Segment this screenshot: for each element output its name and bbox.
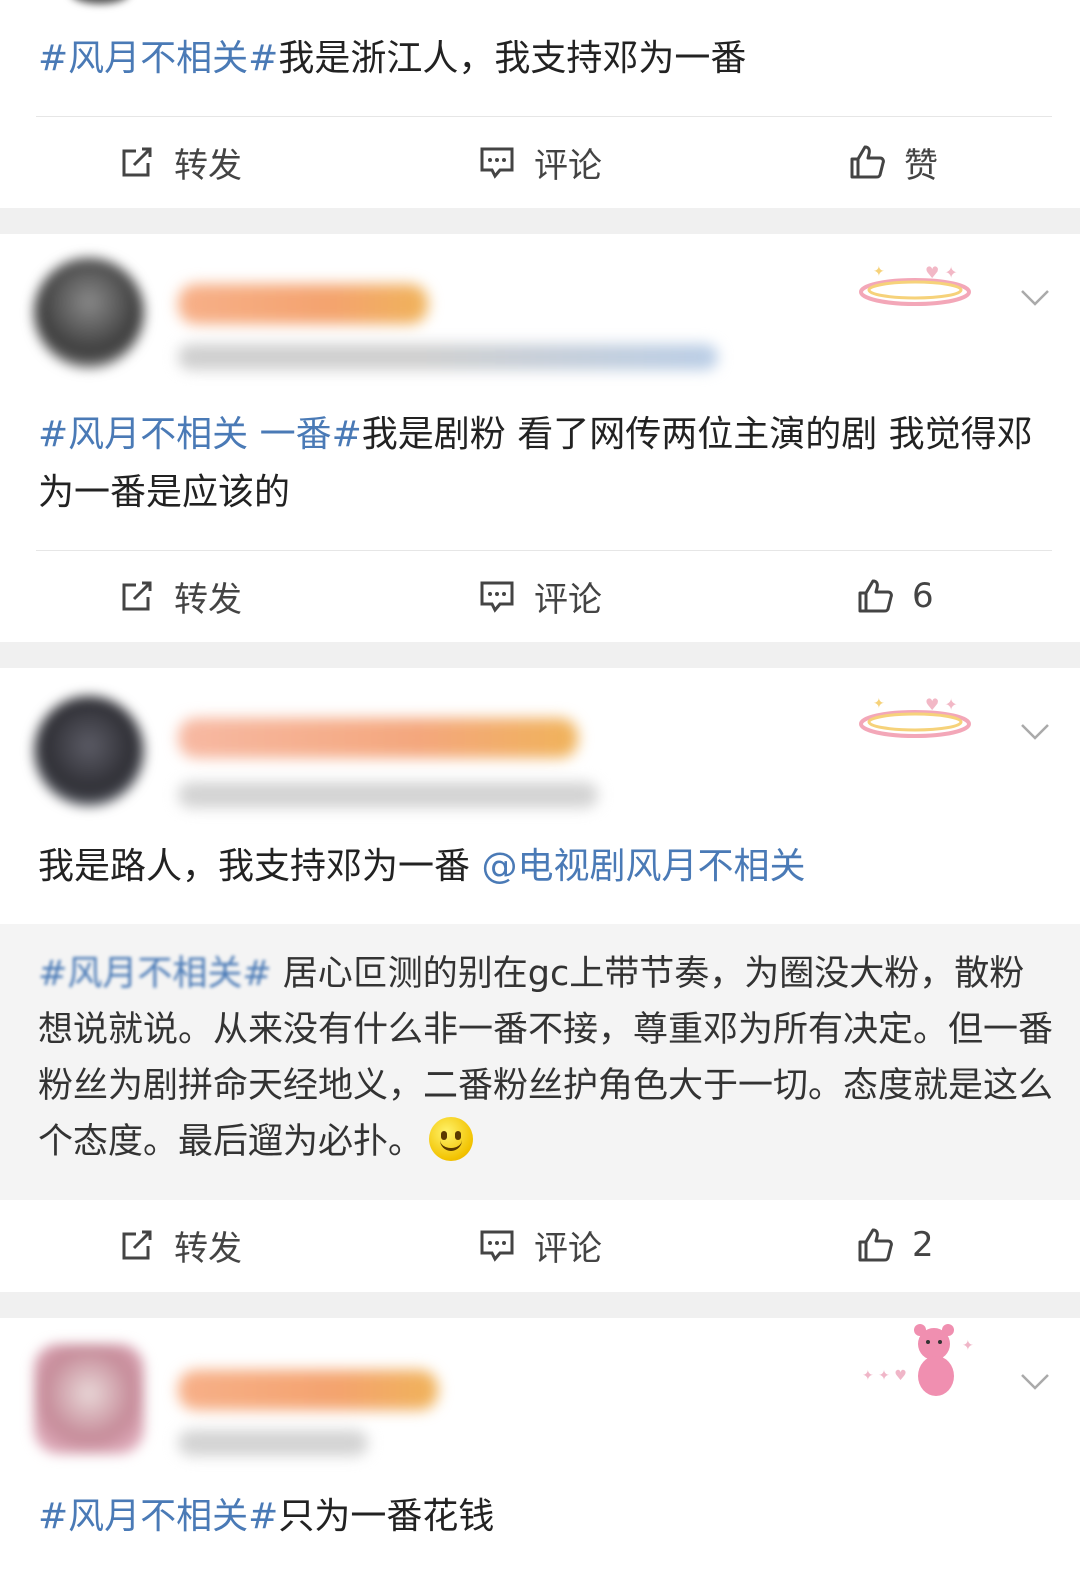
post-card: #风月不相关#我是浙江人，我支持邓为一番 转发 评论 赞 [0, 0, 1080, 208]
comment-button[interactable]: 评论 [478, 551, 602, 641]
avatar[interactable] [34, 1344, 144, 1454]
like-button[interactable]: 赞 [848, 117, 938, 207]
svg-text:♥ ✦: ♥ ✦ [925, 263, 958, 282]
hashtag-link[interactable]: #风月不相关# [38, 1496, 278, 1537]
hashtag-link[interactable]: #风月不相关# [38, 38, 278, 79]
decoration-icon: ♥ ✦ ✦ [859, 695, 971, 738]
post-card: ♥ ✦ ✦ #风月不相关 一番#我是剧粉 看了网传两位主演的剧 我觉得邓为一番是应… [0, 234, 1080, 642]
comment-label: 评论 [534, 579, 602, 620]
username-blurred[interactable] [178, 718, 578, 758]
post-separator [0, 1292, 1080, 1318]
smile-emoji-icon [429, 1117, 474, 1161]
avatar[interactable] [34, 258, 144, 368]
share-edit-icon [122, 581, 152, 611]
post-text: 我是路人，我支持邓为一番 @电视剧风月不相关 [38, 838, 1052, 896]
repost-button[interactable]: 转发 [118, 117, 242, 207]
share-edit-icon [122, 1230, 152, 1260]
post-card: ✦ ✦ ♥ ✦ #风月不相关#只为一番花钱 [0, 1318, 1080, 1590]
mention-link[interactable]: @电视剧风月不相关 [481, 846, 805, 887]
hashtag-link[interactable]: #风月不相关 一番# [38, 414, 362, 455]
comment-label: 评论 [534, 145, 602, 186]
repost-button[interactable]: 转发 [118, 1200, 242, 1290]
comment-icon [480, 147, 514, 179]
post-text: #风月不相关 一番#我是剧粉 看了网传两位主演的剧 我觉得邓为一番是应该的 [38, 406, 1052, 522]
post-meta-blurred [178, 1430, 368, 1456]
username-blurred[interactable] [178, 284, 428, 324]
repost-label: 转发 [174, 145, 242, 186]
thumbs-up-icon [850, 145, 885, 179]
like-label: 赞 [904, 145, 938, 186]
comment-icon [480, 1230, 514, 1262]
repost-quote[interactable]: #风月不相关# 居心叵测的别在gc上带节奏，为圈没大粉，散粉想说就说。从来没有什… [0, 924, 1080, 1200]
svg-text:✦: ✦ [873, 264, 885, 280]
thumbs-up-icon [858, 579, 893, 613]
action-bar: 转发 评论 6 [0, 551, 1080, 641]
username-blurred[interactable] [178, 1370, 438, 1410]
like-count: 2 [912, 1225, 934, 1265]
svg-text:✦ ✦ ♥: ✦ ✦ ♥ [862, 1368, 907, 1384]
chevron-down-icon[interactable] [1018, 714, 1052, 748]
thumbs-up-icon [858, 1228, 893, 1262]
avatar[interactable] [34, 696, 144, 806]
like-button[interactable]: 2 [856, 1200, 934, 1290]
chevron-down-icon[interactable] [1018, 280, 1052, 314]
svg-text:✦: ✦ [873, 696, 885, 712]
like-count: 6 [912, 576, 934, 616]
action-bar: 转发 评论 赞 [0, 117, 1080, 207]
post-text: #风月不相关#我是浙江人，我支持邓为一番 [38, 30, 1052, 88]
action-bar: 转发 评论 2 [0, 1200, 1080, 1290]
chevron-down-icon[interactable] [1018, 1364, 1052, 1398]
post-card: ♥ ✦ ✦ 我是路人，我支持邓为一番 @电视剧风月不相关 #风月不相关# 居心叵测… [0, 668, 1080, 1292]
share-edit-icon [122, 147, 152, 177]
comment-button[interactable]: 评论 [478, 117, 602, 207]
post-body: 只为一番花钱 [278, 1496, 495, 1537]
svg-text:♥ ✦: ♥ ✦ [925, 695, 958, 714]
post-body: 我是路人，我支持邓为一番 [38, 846, 482, 887]
comment-icon [480, 581, 514, 613]
post-meta-blurred [178, 344, 718, 370]
avatar[interactable] [70, 0, 130, 4]
decoration-icon: ♥ ✦ ✦ [859, 263, 971, 306]
repost-label: 转发 [174, 1228, 242, 1269]
repost-button[interactable]: 转发 [118, 551, 242, 641]
comment-label: 评论 [534, 1228, 602, 1269]
post-separator [0, 642, 1080, 668]
repost-label: 转发 [174, 579, 242, 620]
comment-button[interactable]: 评论 [478, 1200, 602, 1290]
quote-text: #风月不相关# 居心叵测的别在gc上带节奏，为圈没大粉，散粉想说就说。从来没有什… [38, 946, 1054, 1170]
post-text: #风月不相关#只为一番花钱 [38, 1488, 1052, 1546]
post-body: 我是浙江人，我支持邓为一番 [278, 38, 747, 79]
svg-text:✦: ✦ [962, 1338, 974, 1354]
post-separator [0, 208, 1080, 234]
like-button[interactable]: 6 [856, 551, 934, 641]
hashtag-link[interactable]: #风月不相关# [38, 954, 272, 994]
post-meta-blurred [178, 782, 598, 808]
bear-sticker-icon: ✦ ✦ ♥ ✦ [862, 1324, 974, 1396]
